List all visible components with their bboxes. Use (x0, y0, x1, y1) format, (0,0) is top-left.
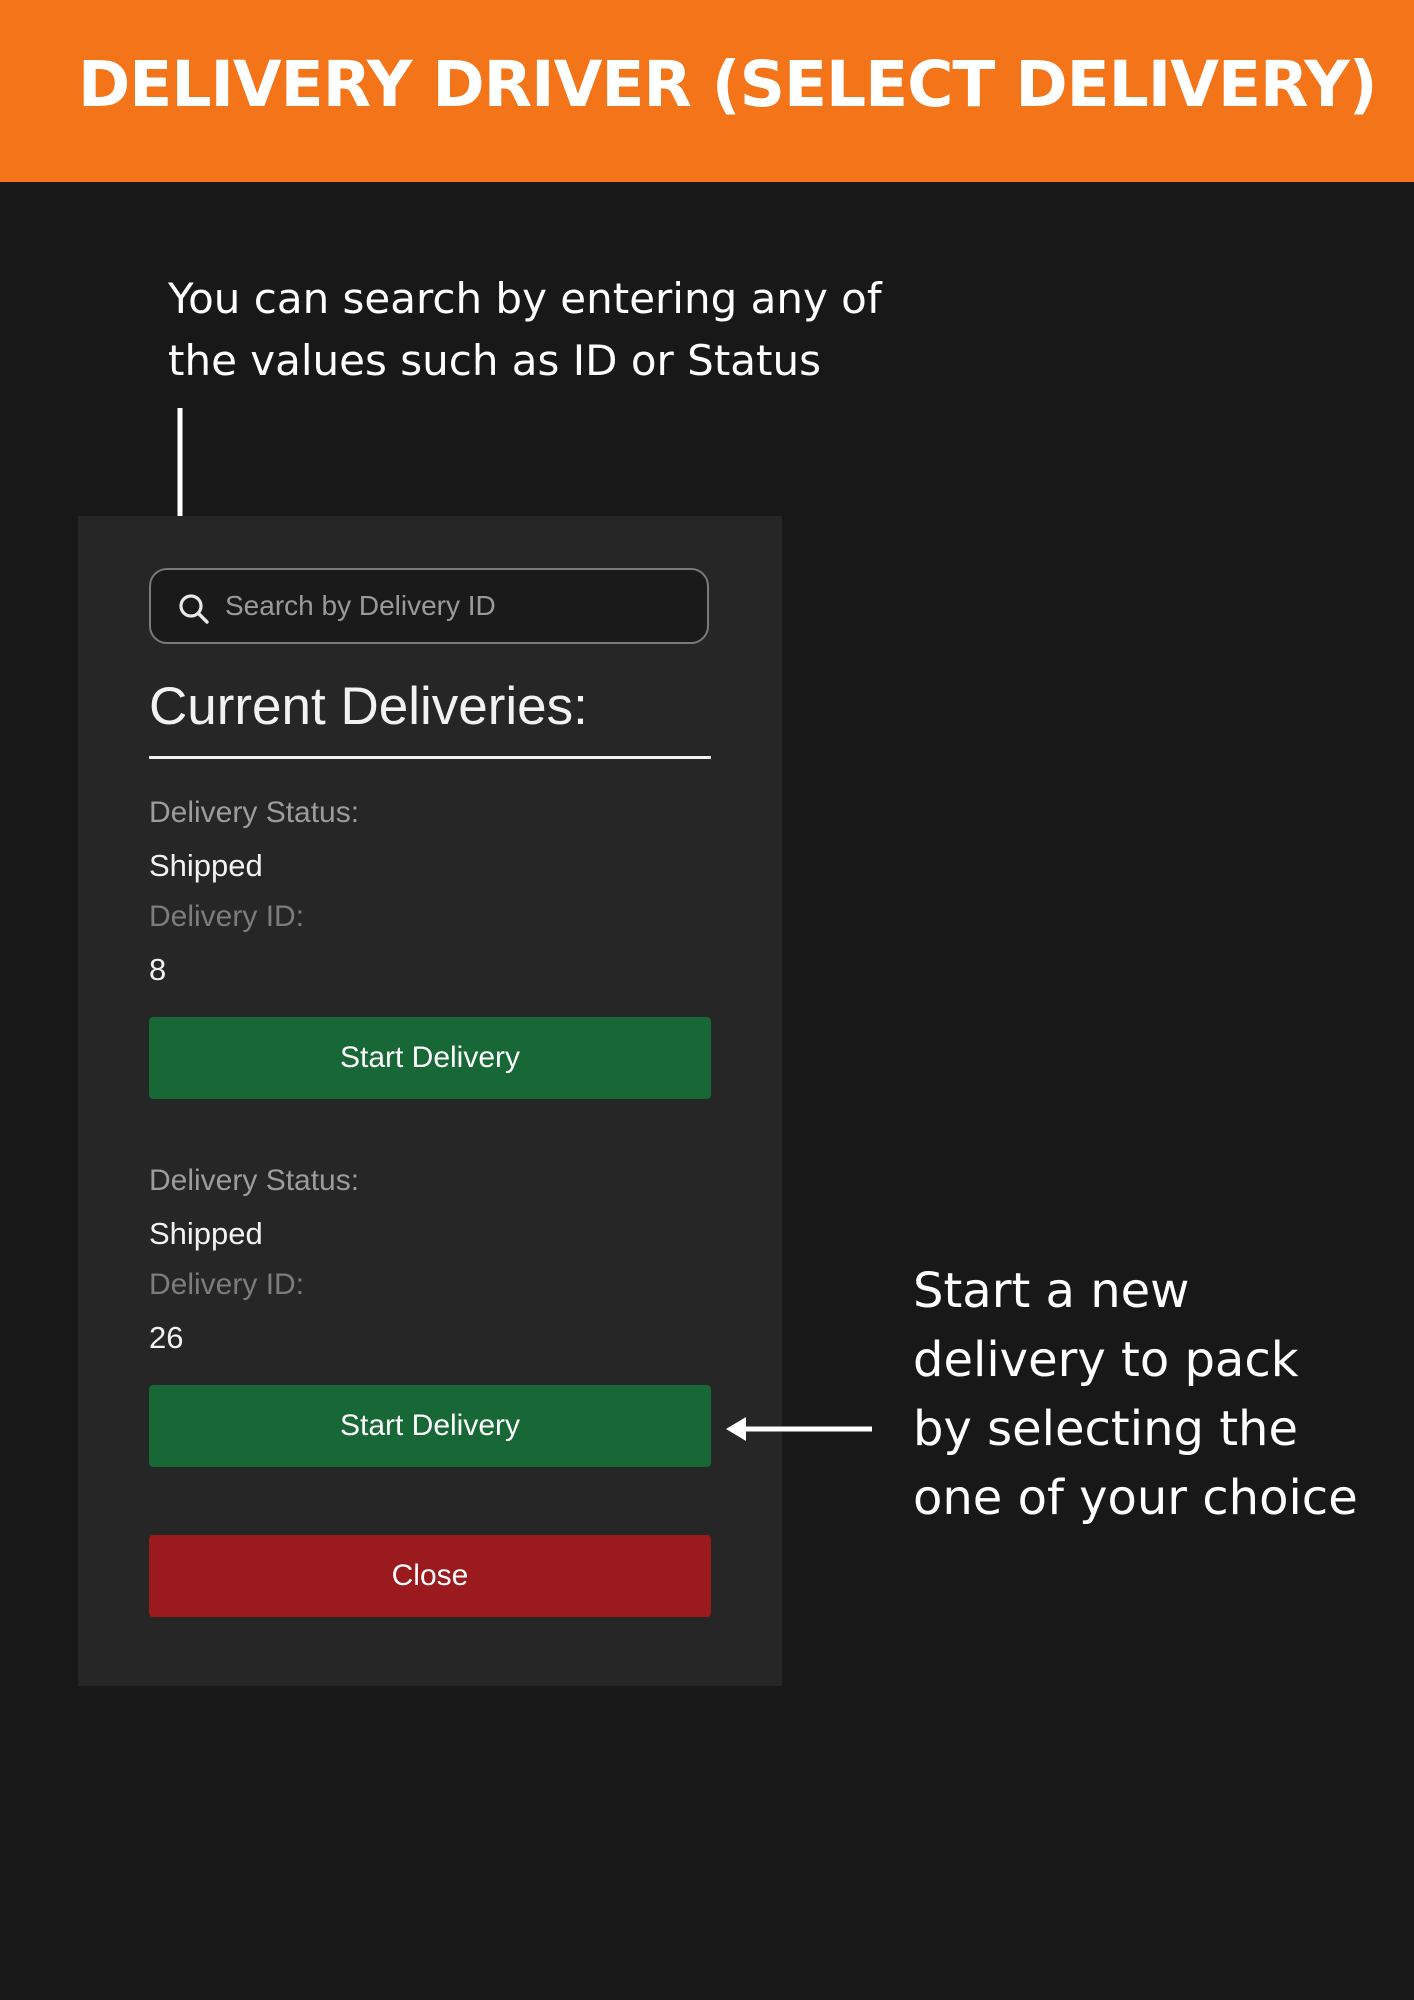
status-value: Shipped (149, 848, 263, 883)
start-delivery-button[interactable]: Start Delivery (149, 1385, 711, 1467)
id-label: Delivery ID: (149, 900, 305, 933)
page-title: DELIVERY DRIVER (SELECT DELIVERY) (78, 48, 1378, 121)
id-value: 26 (149, 1320, 184, 1355)
start-delivery-annotation: Start a new delivery to pack by selectin… (913, 1263, 1358, 1526)
title-banner: DELIVERY DRIVER (SELECT DELIVERY) (0, 0, 1414, 182)
id-value: 8 (149, 952, 167, 987)
left-arrow-icon (726, 1417, 872, 1441)
status-label: Delivery Status: (149, 1164, 360, 1197)
divider (149, 756, 711, 759)
section-title: Current Deliveries: (149, 677, 588, 736)
start-delivery-button[interactable]: Start Delivery (149, 1017, 711, 1099)
id-label: Delivery ID: (149, 1268, 305, 1301)
delivery-card: Delivery Status: Shipped Delivery ID: 8 … (149, 796, 711, 1099)
delivery-card: Delivery Status: Shipped Delivery ID: 26… (149, 1164, 711, 1467)
status-value: Shipped (149, 1216, 263, 1251)
select-delivery-panel: Current Deliveries: Delivery Status: Shi… (78, 516, 782, 1686)
search-input[interactable] (225, 582, 685, 630)
search-annotation: You can search by entering any of the va… (168, 274, 882, 385)
search-icon (179, 594, 209, 624)
search-box[interactable] (149, 568, 709, 644)
close-button[interactable]: Close (149, 1535, 711, 1617)
status-label: Delivery Status: (149, 796, 360, 829)
